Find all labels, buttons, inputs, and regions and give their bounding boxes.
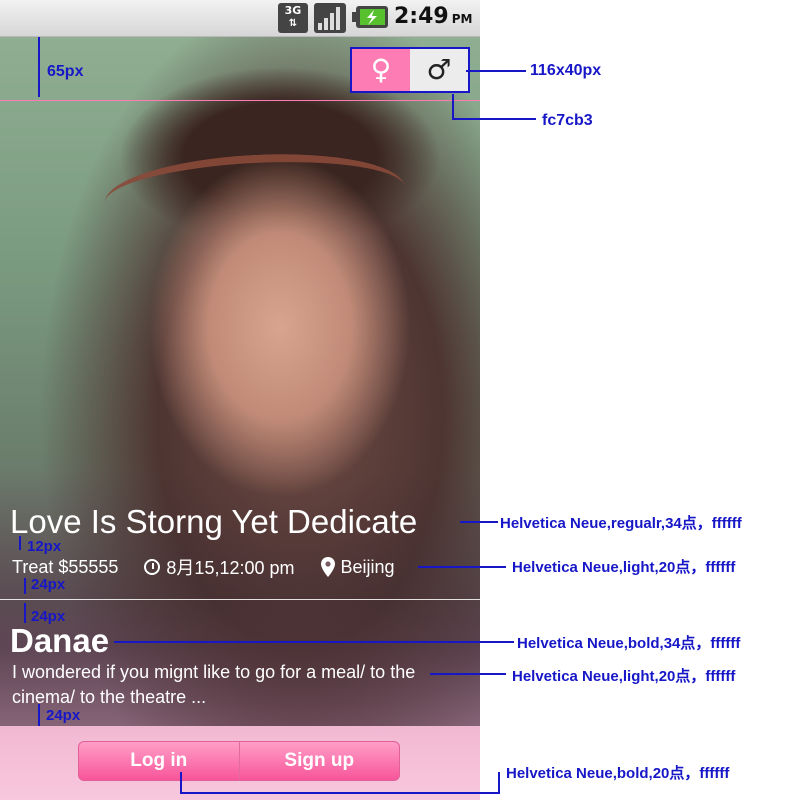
annotation-meta-font: Helvetica Neue,light,20点，ffffff bbox=[512, 559, 736, 576]
auth-buttons: Log in Sign up bbox=[78, 741, 400, 781]
annotation-title-font: Helvetica Neue,regualr,34点，ffffff bbox=[500, 515, 742, 532]
data-arrows-icon: ⇅ bbox=[288, 18, 298, 29]
annotation-name-font: Helvetica Neue,bold,34点，ffffff bbox=[517, 635, 741, 652]
annotation-gap-24-b: 24px bbox=[31, 608, 66, 625]
annotation-top-margin: 65px bbox=[47, 63, 84, 80]
annotation-gap-24-c: 24px bbox=[46, 707, 81, 724]
spacing-marker-line bbox=[24, 578, 26, 594]
header-divider bbox=[0, 100, 480, 101]
treat-amount: Treat $55555 bbox=[12, 556, 119, 577]
gender-toggle[interactable]: ♀ ♂ bbox=[350, 47, 470, 93]
clock-time: 2:49 bbox=[394, 4, 449, 29]
leader-line bbox=[418, 566, 506, 568]
card-title: Love Is Storng Yet Dedicate bbox=[10, 503, 418, 540]
network-3g-icon: 3G ⇅ bbox=[278, 3, 308, 33]
annotation-toggle-color: fc7cb3 bbox=[542, 112, 593, 129]
signal-strength-icon bbox=[314, 3, 346, 33]
status-clock: 2:49 PM bbox=[394, 4, 472, 29]
event-location: Beijing bbox=[340, 556, 395, 577]
annotation-message-font: Helvetica Neue,light,20点，ffffff bbox=[512, 668, 736, 685]
leader-line bbox=[466, 70, 526, 72]
spacing-marker-line bbox=[19, 536, 21, 550]
event-datetime: 8月15,12:00 pm bbox=[166, 558, 295, 578]
photo-headband bbox=[102, 147, 406, 211]
location-pin-icon bbox=[320, 557, 335, 577]
leader-line bbox=[452, 94, 454, 120]
clock-ampm: PM bbox=[451, 12, 473, 26]
spacing-marker-line bbox=[38, 37, 40, 97]
login-button[interactable]: Log in bbox=[79, 742, 239, 780]
annotation-gap-12: 12px bbox=[27, 538, 62, 555]
leader-line bbox=[180, 772, 182, 794]
phone-screen: 3G ⇅ 2:49 PM ♀ ♂ Love Is Storng Yet Dedic… bbox=[0, 0, 480, 800]
battery-charging-icon bbox=[352, 6, 388, 28]
spacing-marker-line bbox=[38, 704, 40, 726]
user-message: I wondered if you mignt like to go for a… bbox=[12, 662, 416, 707]
signup-button[interactable]: Sign up bbox=[240, 742, 400, 780]
leader-line bbox=[460, 521, 498, 523]
status-bar: 3G ⇅ 2:49 PM bbox=[0, 0, 480, 37]
clock-icon bbox=[144, 559, 161, 575]
leader-line bbox=[180, 792, 500, 794]
user-name: Danae bbox=[10, 622, 110, 659]
leader-line bbox=[430, 673, 506, 675]
leader-line bbox=[114, 641, 514, 643]
leader-line bbox=[452, 118, 536, 120]
annotation-gap-24-a: 24px bbox=[31, 576, 66, 593]
card-meta: Treat $55555 8月15,12:00 pm Beijing bbox=[12, 554, 395, 580]
network-type-label: 3G bbox=[284, 4, 302, 17]
female-toggle-button[interactable]: ♀ bbox=[352, 49, 410, 91]
spacing-marker-line bbox=[24, 603, 26, 623]
annotation-toggle-size: 116x40px bbox=[530, 62, 602, 79]
male-toggle-button[interactable]: ♂ bbox=[410, 49, 468, 91]
content-divider bbox=[0, 599, 480, 600]
annotation-button-font: Helvetica Neue,bold,20点，ffffff bbox=[506, 765, 730, 782]
leader-line bbox=[498, 772, 500, 794]
